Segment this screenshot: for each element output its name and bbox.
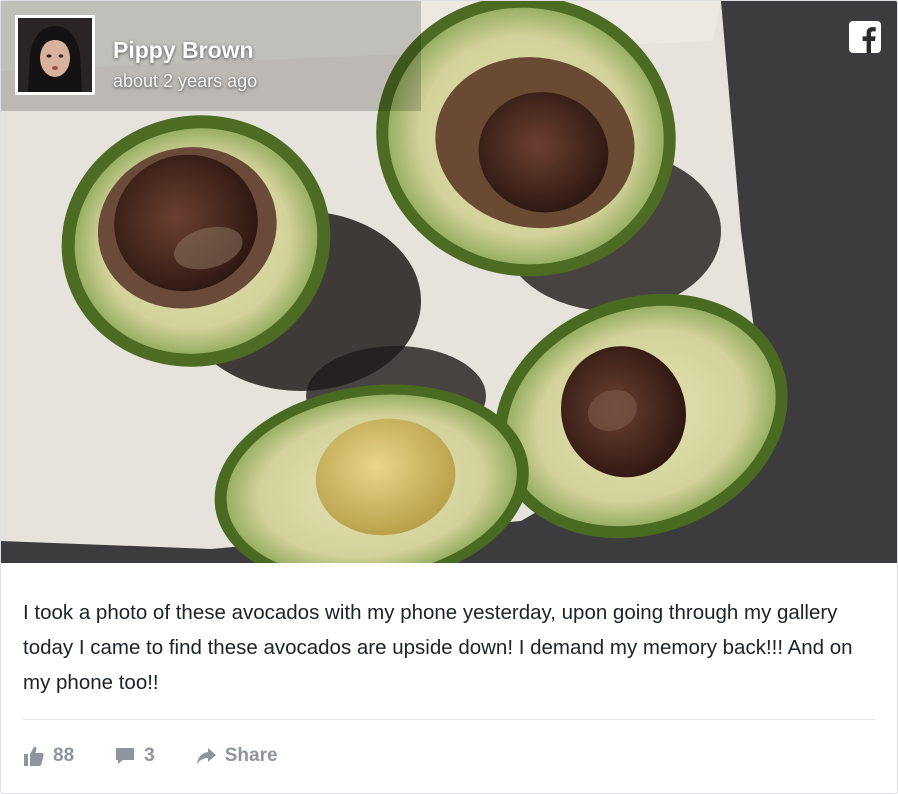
comment-count: 3 bbox=[144, 745, 155, 766]
comment-button[interactable]: 3 bbox=[114, 745, 155, 767]
divider bbox=[23, 719, 875, 720]
share-button[interactable]: Share bbox=[195, 745, 278, 767]
comment-bubble-icon bbox=[116, 748, 135, 764]
share-label: Share bbox=[224, 745, 278, 766]
like-count: 88 bbox=[53, 745, 75, 766]
avatar[interactable] bbox=[15, 15, 95, 95]
post-text: I took a photo of these avocados with my… bbox=[23, 601, 853, 694]
avatar-image bbox=[18, 18, 92, 92]
author-name[interactable]: Pippy Brown bbox=[113, 37, 254, 64]
thumbs-up-icon bbox=[24, 746, 44, 766]
post-card: Pippy Brown about 2 years ago I took a p… bbox=[0, 0, 898, 794]
like-button[interactable]: 88 bbox=[23, 745, 74, 767]
share-arrow-icon bbox=[196, 748, 216, 764]
facebook-icon[interactable] bbox=[849, 21, 881, 53]
post-timestamp[interactable]: about 2 years ago bbox=[113, 71, 257, 92]
post-actions: 88 3 Share bbox=[23, 741, 318, 771]
